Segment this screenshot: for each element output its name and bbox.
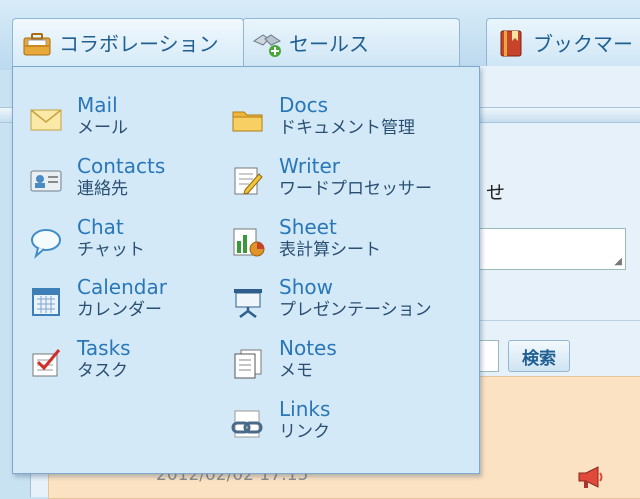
menu-item-label: Docs (279, 93, 329, 117)
menu-item-sublabel: リンク (279, 422, 330, 442)
handshake-icon (252, 33, 282, 57)
menu-item-sublabel: タスク (77, 361, 128, 381)
menu-item-label: Writer (279, 154, 341, 178)
contact-card-icon (30, 170, 62, 192)
folder-icon (232, 111, 263, 132)
menu-item-sublabel: チャット (77, 240, 145, 260)
divider (478, 320, 640, 321)
calendar-icon (32, 288, 60, 316)
menu-item-sublabel: カレンダー (77, 300, 162, 320)
menu-item-label: Calendar (77, 275, 167, 299)
briefcase-icon (23, 32, 51, 55)
envelope-icon (30, 109, 62, 131)
bookmark-book-icon (500, 30, 522, 56)
menu-item-chat[interactable]: Chat チャット (29, 215, 145, 261)
tab-collaboration[interactable]: コラボレーション (12, 18, 244, 66)
tab-label: コラボレーション (59, 32, 219, 56)
tab-bookmarks[interactable]: ブックマー (486, 18, 640, 66)
menu-item-sublabel: ワードプロセッサー (279, 179, 432, 199)
spreadsheet-icon (233, 228, 265, 257)
search-button[interactable]: 検索 (508, 340, 570, 372)
megaphone-icon[interactable] (576, 464, 604, 490)
menu-item-sublabel: 表計算シート (279, 240, 381, 260)
tab-label: ブックマー (533, 32, 633, 56)
resize-handle-icon[interactable]: ◢ (614, 256, 622, 267)
menu-item-sublabel: 連絡先 (77, 179, 128, 199)
presentation-icon (234, 289, 262, 318)
menu-item-calendar[interactable]: Calendar カレンダー (29, 275, 167, 321)
tab-sales[interactable]: セールス (242, 18, 460, 66)
menu-item-docs[interactable]: Docs ドキュメント管理 (231, 93, 415, 139)
menu-item-sublabel: プレゼンテーション (279, 300, 432, 320)
menu-item-links[interactable]: Links リンク (231, 397, 330, 443)
menu-item-label: Tasks (77, 336, 131, 360)
tab-label: セールス (289, 32, 369, 56)
menu-item-sheet[interactable]: Sheet 表計算シート (231, 215, 381, 261)
notes-icon (234, 349, 262, 379)
menu-item-label: Links (279, 397, 331, 421)
menu-item-sublabel: メール (77, 118, 128, 138)
checklist-icon (32, 349, 61, 377)
link-icon (231, 410, 263, 438)
menu-item-notes[interactable]: Notes メモ (231, 336, 337, 382)
menu-item-contacts[interactable]: Contacts 連絡先 (29, 154, 165, 200)
menu-item-label: Contacts (77, 154, 166, 178)
menu-item-label: Show (279, 275, 333, 299)
menu-item-mail[interactable]: Mail メール (29, 93, 128, 139)
menu-item-show[interactable]: Show プレゼンテーション (231, 275, 432, 321)
menu-item-sublabel: メモ (279, 361, 313, 381)
menu-item-tasks[interactable]: Tasks タスク (29, 336, 131, 382)
menu-item-label: Chat (77, 215, 124, 239)
menu-item-label: Mail (77, 93, 118, 117)
menu-item-label: Notes (279, 336, 337, 360)
collaboration-dropdown-menu: Mail メール Contacts 連絡先 Chat チャット Calendar… (12, 66, 480, 474)
menu-item-writer[interactable]: Writer ワードプロセッサー (231, 154, 432, 200)
document-edit-icon (234, 167, 263, 195)
speech-bubble-icon (31, 229, 61, 259)
menu-item-sublabel: ドキュメント管理 (279, 118, 415, 138)
menu-item-label: Sheet (279, 215, 337, 239)
notice-text-fragment: せ (486, 182, 506, 204)
message-textarea[interactable]: ◢ (478, 228, 626, 270)
